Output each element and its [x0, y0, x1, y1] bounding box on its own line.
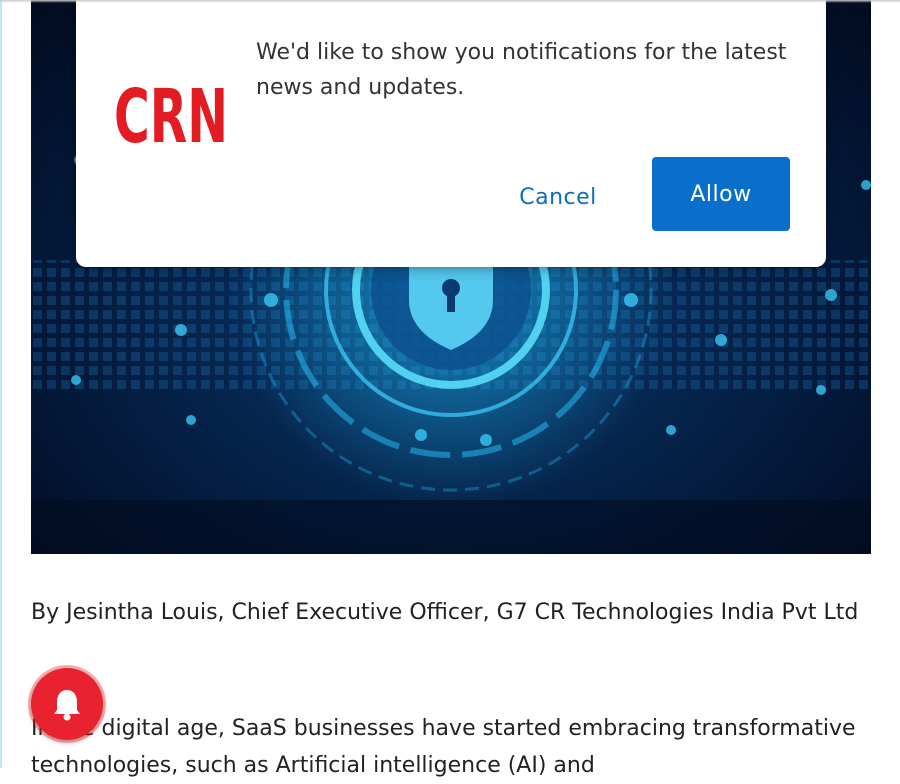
crn-logo-graphic: CRN — [114, 74, 228, 160]
article-byline: By Jesintha Louis, Chief Executive Offic… — [31, 600, 859, 625]
notification-bell-button[interactable] — [31, 668, 103, 740]
article-first-paragraph: In the digital age, SaaS businesses have… — [31, 716, 856, 778]
svg-text:CRN: CRN — [114, 74, 228, 150]
bell-icon — [54, 690, 80, 721]
notification-permission-dialog: CRN We'd like to show you notifications … — [76, 0, 826, 267]
page-left-border — [0, 0, 2, 768]
top-edge-shadow — [0, 0, 900, 3]
crn-logo: CRN — [112, 54, 234, 160]
cancel-button[interactable]: Cancel — [500, 178, 616, 216]
notification-message: We'd like to show you notifications for … — [256, 40, 787, 100]
allow-button[interactable]: Allow — [652, 157, 790, 231]
